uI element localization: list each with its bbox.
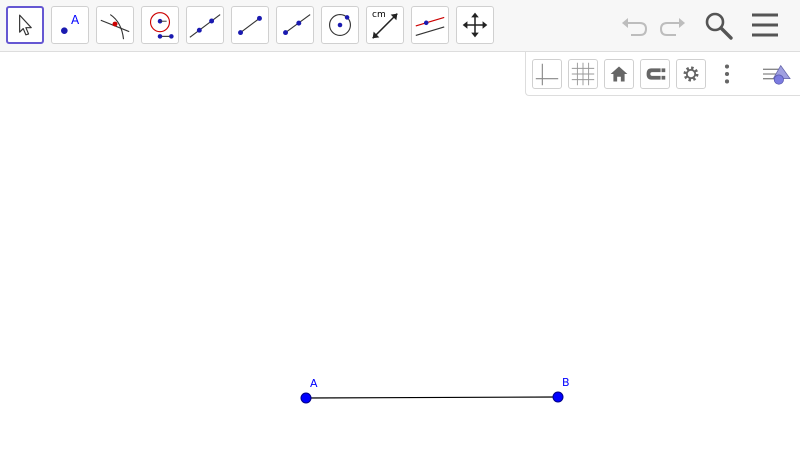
hamburger-menu-icon[interactable]: [748, 8, 782, 42]
attach-detach-tool[interactable]: [141, 6, 179, 44]
circle-center-point-icon: [329, 14, 351, 36]
segment-tool[interactable]: [231, 6, 269, 44]
line-tool[interactable]: [186, 6, 224, 44]
move-view-tool[interactable]: [456, 6, 494, 44]
distance-icon: [372, 13, 398, 39]
point-b-label: B: [562, 376, 570, 389]
attach-point-icon: [149, 12, 174, 39]
circle-tool[interactable]: [321, 6, 359, 44]
segment-ab[interactable]: [305, 396, 559, 399]
parallel-line-tool[interactable]: [411, 6, 449, 44]
toolbar: A cm: [0, 0, 800, 52]
intersect-tool[interactable]: [96, 6, 134, 44]
ray-tool[interactable]: [276, 6, 314, 44]
point-b[interactable]: [552, 391, 564, 403]
line-icon: [189, 14, 221, 38]
ray-icon: [283, 14, 311, 36]
point-tool[interactable]: A: [51, 6, 89, 44]
redo-icon[interactable]: [655, 8, 689, 42]
undo-icon[interactable]: [618, 8, 652, 42]
point-a-label: A: [310, 377, 318, 390]
point-tool-label: A: [71, 13, 80, 27]
parallel-line-icon: [415, 16, 445, 36]
move-graphics-view-icon: [462, 12, 488, 38]
move-tool[interactable]: [6, 6, 44, 44]
arrow-cursor-icon: [19, 14, 32, 36]
point-a[interactable]: [300, 392, 312, 404]
intersect-icon: [100, 14, 130, 40]
search-icon[interactable]: [701, 8, 735, 42]
segment-icon: [238, 15, 262, 36]
graphics-view[interactable]: A B: [0, 52, 800, 450]
point-icon: [61, 27, 68, 34]
distance-tool[interactable]: cm: [366, 6, 404, 44]
